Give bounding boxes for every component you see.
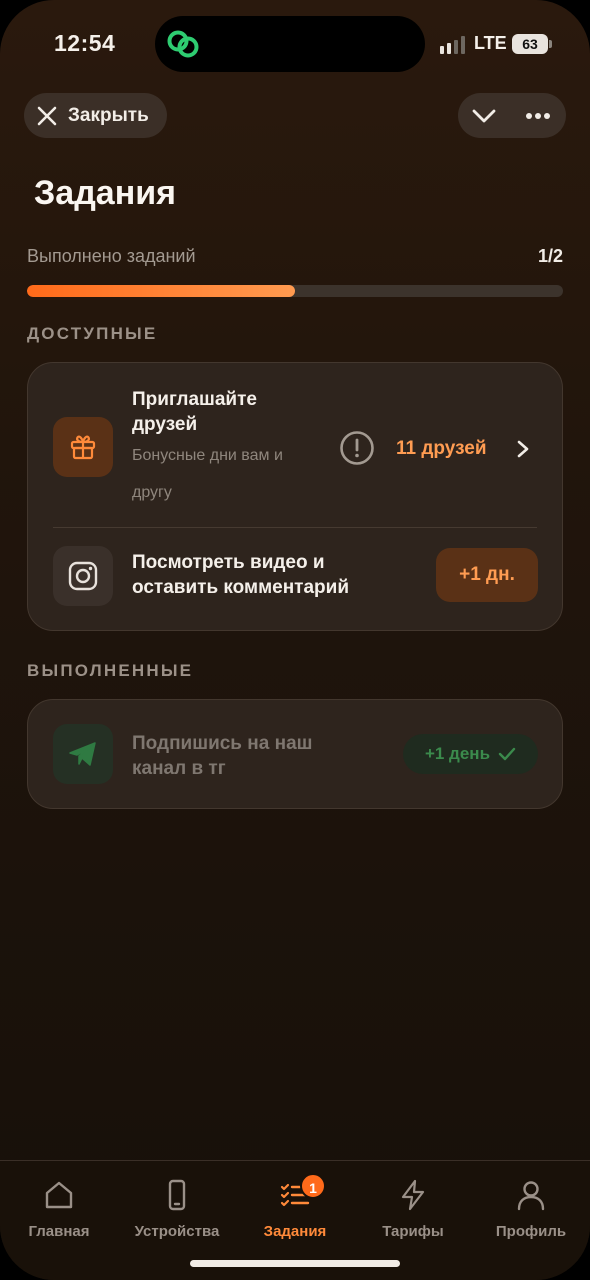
tab-tasks[interactable]: Задания <box>236 1179 354 1240</box>
task-title-line: друзей <box>132 414 198 435</box>
task-subscribe-channel[interactable]: Подпишись на наш канал в тг +1 день <box>28 700 562 810</box>
task-watch-video[interactable]: Посмотреть видео и оставить комментарий … <box>28 528 562 632</box>
close-icon <box>37 106 57 125</box>
task-title-line: канал в тг <box>132 758 226 779</box>
tab-devices[interactable]: Устройства <box>118 1179 236 1240</box>
status-time: 12:54 <box>54 30 116 56</box>
phone-icon <box>168 1179 186 1211</box>
task-title-line: оставить комментарий <box>132 577 350 598</box>
tab-home[interactable]: Главная <box>0 1179 118 1240</box>
reward-button[interactable]: +1 дн. <box>436 548 538 602</box>
available-tasks-card: Приглашайте друзей Бонусные дни вам и др… <box>27 362 563 631</box>
task-title-line: Подпишись на наш <box>132 733 313 754</box>
tab-label: Профиль <box>495 1223 567 1240</box>
completed-tasks-card: Подпишись на наш канал в тг +1 день <box>27 699 563 809</box>
telegram-icon <box>69 742 96 766</box>
home-indicator[interactable] <box>190 1260 400 1267</box>
task-title-line: Посмотреть видео и <box>132 552 325 573</box>
battery-level: 63 <box>512 34 548 54</box>
signal-icon <box>440 36 465 54</box>
section-available-label: ДОСТУПНЫЕ <box>27 324 158 343</box>
completed-reward-label: +1 день <box>424 744 491 763</box>
telegram-icon-box <box>53 724 113 784</box>
task-subtitle-line: другу <box>132 484 172 501</box>
completed-reward-badge: +1 день <box>403 734 538 774</box>
tab-profile[interactable]: Профиль <box>472 1179 590 1240</box>
tab-tariffs[interactable]: Тарифы <box>354 1179 472 1240</box>
progress-fill <box>27 285 295 297</box>
more-icon[interactable] <box>525 105 551 127</box>
mini-app-menu <box>458 93 566 138</box>
lightning-icon <box>401 1179 425 1211</box>
app-screen: 12:54 LTE 63 Закрыть Задания Выполнено з… <box>0 0 590 1280</box>
profile-icon <box>517 1181 545 1211</box>
page-title: Задания <box>34 174 176 212</box>
task-subtitle: Бонусные дни вам и другу <box>132 437 283 511</box>
task-title: Приглашайте друзей <box>132 387 257 437</box>
battery-tip <box>549 40 552 48</box>
close-button-label: Закрыть <box>68 104 149 126</box>
progress-count: 1/2 <box>537 246 563 266</box>
task-subtitle-line: Бонусные дни вам и <box>132 447 283 464</box>
close-button[interactable]: Закрыть <box>24 93 167 138</box>
home-icon <box>45 1181 73 1209</box>
task-title-line: Приглашайте <box>132 389 257 410</box>
gift-icon-box <box>53 417 113 477</box>
progress-label: Выполнено заданий <box>27 246 196 266</box>
tab-label: Главная <box>28 1223 90 1240</box>
task-title: Посмотреть видео и оставить комментарий <box>132 550 349 600</box>
tab-label: Тарифы <box>382 1223 444 1240</box>
friends-count: 11 друзей <box>396 438 487 459</box>
section-completed-label: ВЫПОЛНЕННЫЕ <box>27 661 194 680</box>
instagram-icon-box <box>53 546 113 606</box>
app-logo-icon <box>167 30 199 58</box>
check-icon <box>498 747 516 761</box>
chevron-down-icon[interactable] <box>471 104 497 128</box>
gift-icon <box>70 435 96 460</box>
tab-label: Устройства <box>134 1223 220 1240</box>
tasks-badge: 1 <box>300 1173 326 1199</box>
network-type: LTE <box>474 33 507 53</box>
dynamic-island <box>155 16 425 72</box>
alert-circle-icon[interactable] <box>339 430 375 466</box>
task-invite-friends[interactable]: Приглашайте друзей Бонусные дни вам и др… <box>28 363 562 527</box>
task-title: Подпишись на наш канал в тг <box>132 731 312 781</box>
tab-label: Задания <box>263 1223 327 1240</box>
progress-bar <box>27 285 563 297</box>
instagram-icon <box>68 561 98 591</box>
chevron-right-icon <box>517 440 529 458</box>
status-bar: 12:54 LTE 63 <box>0 0 590 80</box>
